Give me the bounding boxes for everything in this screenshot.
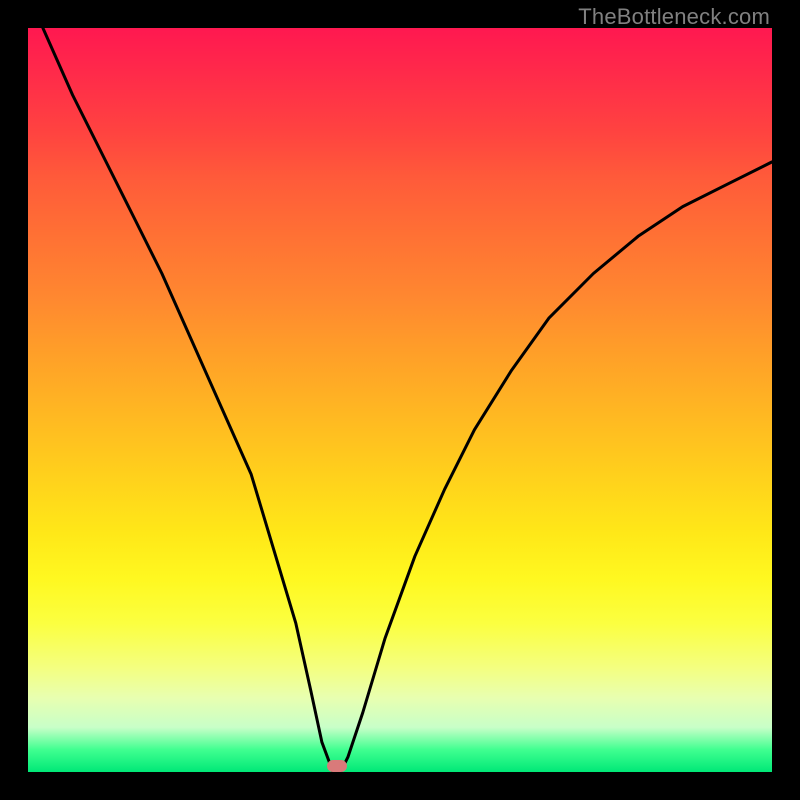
watermark-text: TheBottleneck.com xyxy=(578,4,770,30)
optimal-marker xyxy=(327,760,347,772)
chart-frame: TheBottleneck.com xyxy=(0,0,800,800)
bottleneck-curve xyxy=(28,28,772,772)
plot-area xyxy=(28,28,772,772)
